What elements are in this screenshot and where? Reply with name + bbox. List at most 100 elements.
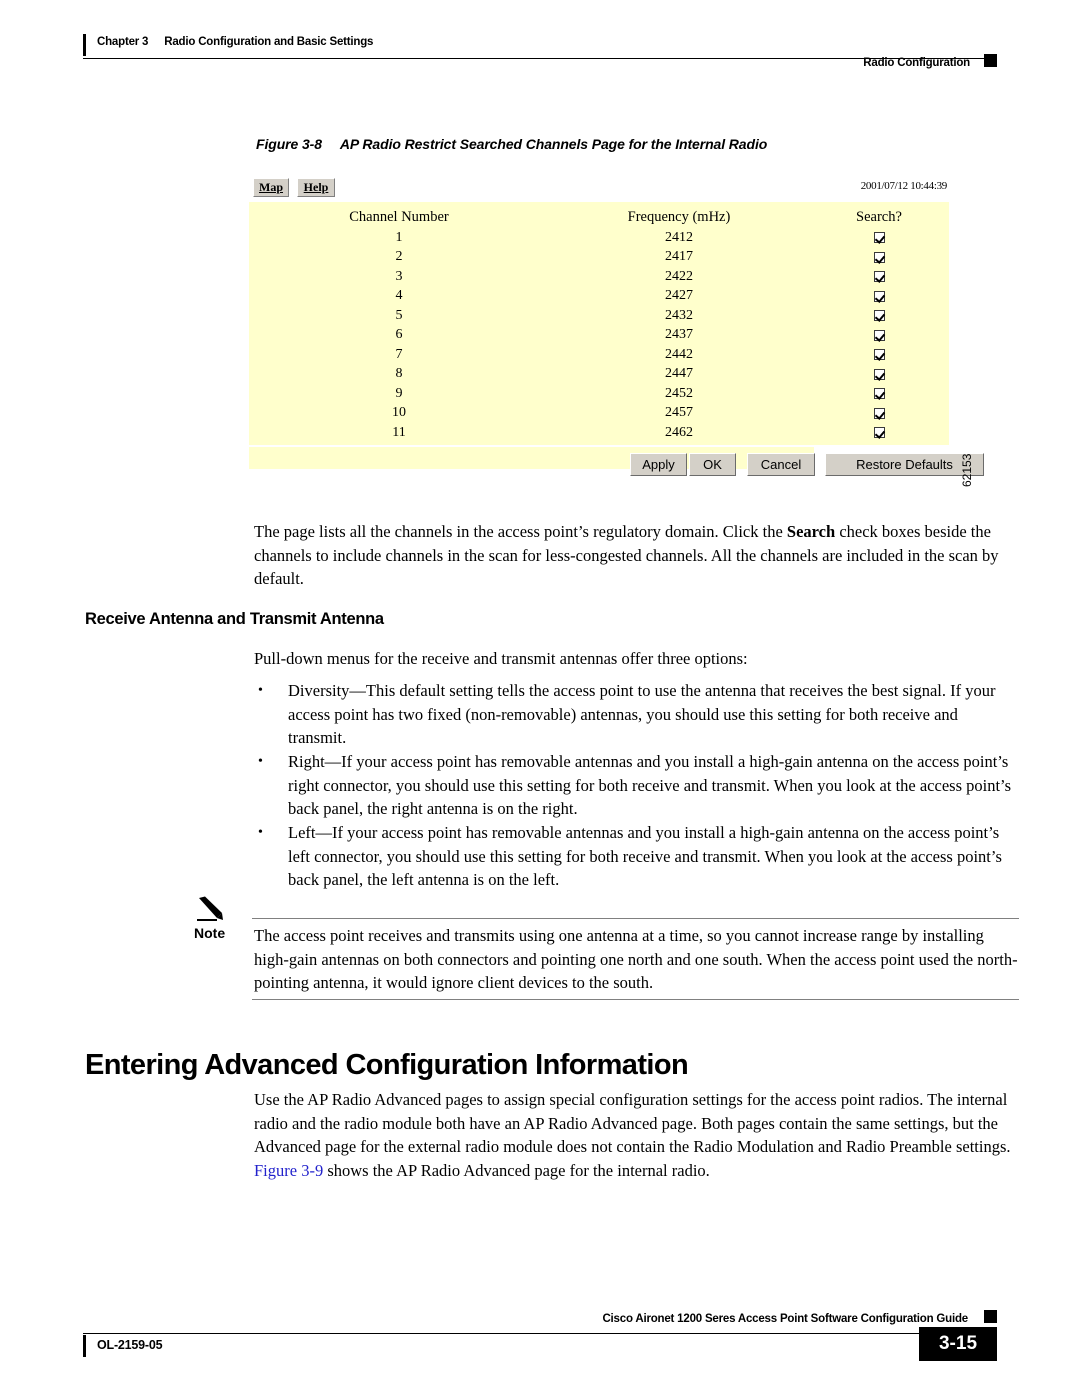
cell-channel: 2: [395, 249, 403, 265]
cell-search: [809, 249, 949, 265]
table-header-row: Channel Number Frequency (mHz) Search?: [249, 206, 949, 228]
note-rule-bottom: [252, 999, 1019, 1000]
table-row: 9 2452: [249, 384, 949, 404]
advanced-text-part2: shows the AP Radio Advanced page for the…: [323, 1160, 710, 1180]
header-left-bar: [83, 34, 86, 56]
cell-search: [809, 230, 949, 246]
cancel-button[interactable]: Cancel: [747, 452, 815, 476]
note-rule-top: [252, 918, 1019, 919]
note-text: The access point receives and transmits …: [254, 926, 1018, 992]
cell-frequency: 2462: [665, 424, 693, 440]
search-checkbox[interactable]: [873, 251, 885, 263]
cell-search: [809, 288, 949, 304]
cell-frequency: 2417: [665, 249, 693, 265]
table-row: 6 2437: [249, 326, 949, 346]
note-label: Note: [194, 925, 226, 941]
cell-frequency: 2432: [665, 307, 693, 323]
table-row: 3 2422: [249, 267, 949, 287]
cell-frequency: 2442: [665, 346, 693, 362]
cell-search: [809, 327, 949, 343]
channels-panel: Channel Number Frequency (mHz) Search? 1…: [249, 202, 949, 445]
apply-button[interactable]: Apply: [630, 452, 687, 476]
table-row: 2 2417: [249, 248, 949, 268]
cell-frequency: 2422: [665, 268, 693, 284]
page-title: Entering Advanced Configuration Informat…: [85, 1049, 689, 1082]
intro-text-part1: The page lists all the channels in the a…: [254, 522, 787, 541]
cell-search: [809, 425, 949, 441]
list-item: • Left—If your access point has removabl…: [258, 821, 1020, 892]
footer-square-marker: [984, 1310, 997, 1323]
table-row: 10 2457: [249, 404, 949, 424]
cell-search: [809, 347, 949, 363]
table-row: 7 2442: [249, 345, 949, 365]
app-button-bar: Apply OK Cancel Restore Defaults: [249, 446, 984, 481]
cell-search: [809, 366, 949, 382]
cell-search: [809, 405, 949, 421]
list-item: • Diversity—This default setting tells t…: [258, 679, 1020, 750]
table-row: 1 2412: [249, 228, 949, 248]
ok-button[interactable]: OK: [689, 452, 736, 476]
list-item: • Right—If your access point has removab…: [258, 750, 1020, 821]
list-item-text: Diversity—This default setting tells the…: [288, 681, 996, 747]
list-item-text: Right—If your access point has removable…: [288, 752, 1012, 818]
advanced-text-part1: Use the AP Radio Advanced pages to assig…: [254, 1090, 1011, 1156]
header-square-marker: [984, 54, 997, 67]
page-number-badge: 3-15: [919, 1327, 997, 1361]
cell-search: [809, 386, 949, 402]
search-checkbox[interactable]: [873, 349, 885, 361]
search-emphasis: Search: [786, 522, 836, 541]
cell-frequency: 2457: [665, 405, 693, 421]
table-row: 4 2427: [249, 287, 949, 307]
search-checkbox[interactable]: [873, 368, 885, 380]
pulldown-intro-paragraph: Pull-down menus for the receive and tran…: [254, 649, 748, 668]
table-row: 8 2447: [249, 365, 949, 385]
figure-caption: Figure 3-8 AP Radio Restrict Searched Cha…: [256, 136, 767, 152]
footer-rule: [83, 1333, 997, 1334]
cell-channel: 4: [395, 288, 403, 304]
cell-channel: 6: [395, 327, 403, 343]
cell-channel: 8: [395, 366, 403, 382]
figure-number: Figure 3-8: [256, 136, 322, 152]
cell-search: [809, 308, 949, 324]
search-checkbox[interactable]: [873, 290, 885, 302]
search-checkbox[interactable]: [873, 427, 885, 439]
search-checkbox[interactable]: [873, 388, 885, 400]
map-button[interactable]: Map: [253, 178, 289, 197]
header-rule: [83, 58, 997, 59]
header-chapter-number: Chapter 3: [97, 36, 149, 48]
figure-3-9-link[interactable]: Figure 3-9: [254, 1161, 323, 1180]
footer-doc-id: OL-2159-05: [97, 1338, 163, 1352]
footer-left-bar: [83, 1335, 86, 1357]
header-chapter-title: Radio Configuration and Basic Settings: [164, 36, 374, 48]
subheading-receive-transmit-antenna: Receive Antenna and Transmit Antenna: [85, 610, 384, 628]
table-row: 5 2432: [249, 306, 949, 326]
table-row: 11 2462: [249, 423, 949, 443]
header-section: Radio Configuration: [863, 57, 970, 69]
cell-channel: 9: [395, 385, 403, 401]
column-header-frequency: Frequency (mHz): [627, 208, 731, 225]
cell-frequency: 2427: [665, 288, 693, 304]
search-checkbox[interactable]: [873, 271, 885, 283]
timestamp: 2001/07/12 10:44:39: [860, 180, 948, 192]
search-checkbox[interactable]: [873, 407, 885, 419]
header-chapter: Chapter 3 Radio Configuration and Basic S…: [97, 36, 373, 48]
figure-id-number: 62153: [960, 453, 974, 487]
figure-screenshot: Map Help 2001/07/12 10:44:39 Channel Num…: [249, 176, 984, 481]
figure-title: AP Radio Restrict Searched Channels Page…: [339, 136, 768, 152]
list-item-text: Left—If your access point has removable …: [288, 823, 1002, 889]
column-header-search: Search?: [856, 208, 902, 225]
cell-frequency: 2452: [665, 385, 693, 401]
help-button[interactable]: Help: [297, 178, 335, 197]
cell-channel: 1: [395, 229, 403, 245]
search-checkbox[interactable]: [873, 232, 885, 244]
cell-frequency: 2437: [665, 327, 693, 343]
bullet-glyph: •: [258, 683, 263, 698]
cell-frequency: 2412: [665, 229, 693, 245]
cell-frequency: 2447: [665, 366, 693, 382]
cell-search: [809, 269, 949, 285]
search-checkbox[interactable]: [873, 310, 885, 322]
cell-channel: 7: [395, 346, 403, 362]
cell-channel: 10: [392, 405, 406, 421]
intro-paragraph: The page lists all the channels in the a…: [254, 520, 1019, 591]
search-checkbox[interactable]: [873, 329, 885, 341]
